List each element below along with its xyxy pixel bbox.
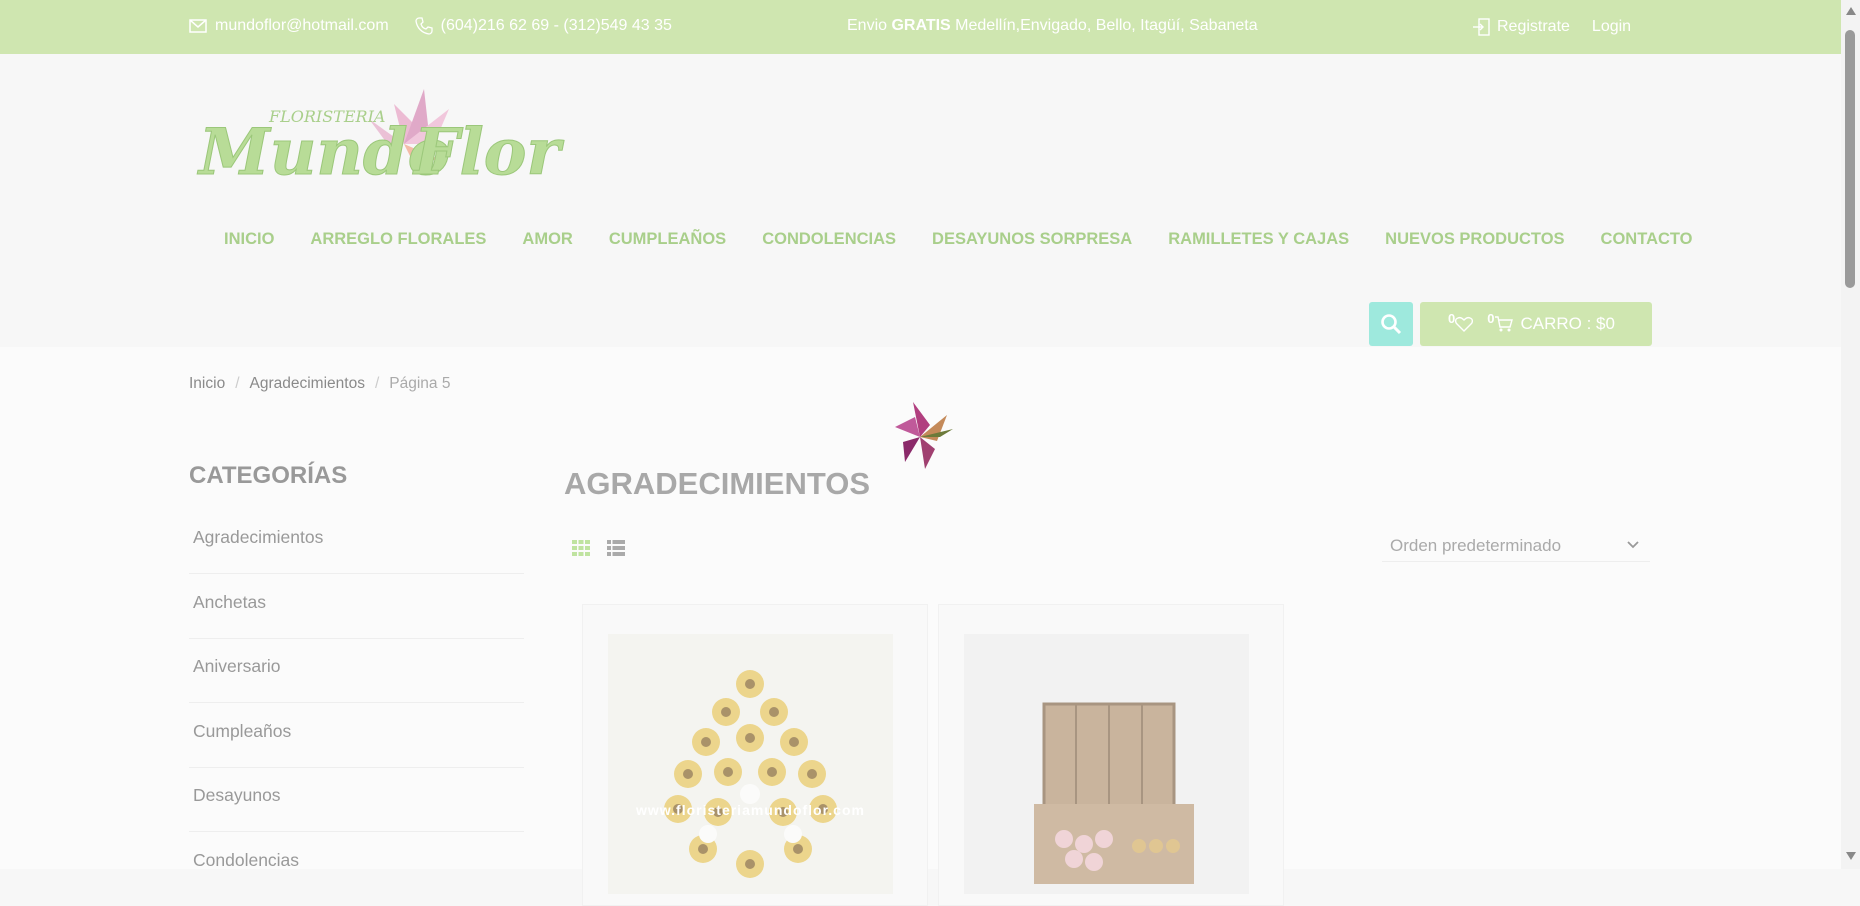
breadcrumb: Inicio / Agradecimientos / Página 5 (189, 375, 450, 393)
list-view-icon[interactable] (607, 539, 625, 557)
nav-item-amor[interactable]: AMOR (504, 230, 590, 249)
divider (189, 702, 524, 703)
watermark-text: www.floristeriamundoflor.com (636, 802, 865, 818)
sidebar-item-cumpleanos[interactable]: Cumpleaños (193, 721, 291, 742)
sort-select[interactable]: Orden predeterminado (1382, 530, 1650, 562)
cart-label: CARRO : $0 (1520, 314, 1615, 333)
promo-bold: GRATIS (891, 17, 951, 34)
divider (189, 831, 524, 832)
phone-link[interactable]: (604)216 62 69 - (312)549 43 35 (441, 17, 672, 35)
nav-item-nuevos-productos[interactable]: NUEVOS PRODUCTOS (1367, 230, 1582, 249)
divider (189, 638, 524, 639)
nav-item-desayunos-sorpresa[interactable]: DESAYUNOS SORPRESA (914, 230, 1150, 249)
product-card[interactable] (938, 604, 1284, 906)
scroll-up-arrow-icon[interactable] (1846, 7, 1856, 15)
divider (189, 573, 524, 574)
login-icon (1473, 18, 1490, 36)
heart-icon (1455, 316, 1474, 332)
main-content: CATEGORÍAS Agradecimientos Anchetas Aniv… (0, 422, 1841, 906)
product-image-wooden-box[interactable] (964, 634, 1249, 894)
sidebar-title: CATEGORÍAS (189, 462, 348, 489)
cart-icon (1495, 316, 1514, 332)
cart-count: 0 (1487, 310, 1495, 326)
login-link[interactable]: Login (1592, 18, 1631, 36)
mail-icon (189, 17, 207, 35)
svg-text:Flor: Flor (412, 115, 564, 190)
email-link[interactable]: mundoflor@hotmail.com (215, 17, 389, 35)
promo-prefix: Envio (847, 17, 892, 34)
nav-item-inicio[interactable]: INICIO (206, 230, 292, 249)
nav-item-arreglo-florales[interactable]: ARREGLO FLORALES (292, 230, 504, 249)
grid-view-icon[interactable] (572, 539, 590, 557)
nav-item-cumpleanos[interactable]: CUMPLEAÑOS (591, 230, 744, 249)
nav-item-contacto[interactable]: CONTACTO (1583, 230, 1711, 249)
phone-icon (414, 17, 433, 35)
sidebar-item-anchetas[interactable]: Anchetas (193, 592, 266, 613)
site-logo[interactable]: Mundo Flor FLORISTERIA (189, 84, 574, 196)
divider (189, 767, 524, 768)
main-nav: INICIO ARREGLO FLORALES AMOR CUMPLEAÑOS … (206, 230, 1711, 249)
site-header: Mundo Flor FLORISTERIA INICIO ARREGLO FL… (0, 54, 1841, 347)
nav-item-condolencias[interactable]: CONDOLENCIAS (744, 230, 914, 249)
chevron-down-icon (1627, 541, 1639, 549)
breadcrumb-separator: / (374, 375, 380, 392)
product-image-sunflowers[interactable]: www.floristeriamundoflor.com (608, 634, 893, 894)
contact-info: mundoflor@hotmail.com (604)216 62 69 - (… (189, 17, 672, 35)
sidebar-item-condolencias[interactable]: Condolencias (193, 850, 299, 871)
sidebar-item-aniversario[interactable]: Aniversario (193, 656, 281, 677)
sidebar-item-desayunos[interactable]: Desayunos (193, 785, 281, 806)
register-link[interactable]: Registrate (1471, 17, 1570, 37)
scroll-down-arrow-icon[interactable] (1846, 852, 1856, 860)
nav-item-ramilletes-y-cajas[interactable]: RAMILLETES Y CAJAS (1150, 230, 1367, 249)
shipping-promo: Envio GRATIS Medellín,Envigado, Bello, I… (847, 17, 1258, 35)
search-icon (1381, 314, 1402, 335)
page-title: AGRADECIMIENTOS (564, 466, 871, 501)
loading-flower-icon (885, 397, 959, 475)
scrollbar-thumb[interactable] (1845, 30, 1855, 288)
auth-links: Registrate Login (1471, 17, 1631, 37)
breadcrumb-separator: / (235, 375, 240, 392)
svg-text:FLORISTERIA: FLORISTERIA (268, 107, 385, 126)
top-bar: mundoflor@hotmail.com (604)216 62 69 - (… (0, 0, 1841, 54)
breadcrumb-home[interactable]: Inicio (189, 375, 225, 393)
product-card[interactable]: www.floristeriamundoflor.com (582, 604, 928, 906)
cart-button[interactable]: 0 0 CARRO : $0 (1420, 302, 1652, 346)
wishlist-count: 0 (1448, 310, 1456, 326)
breadcrumb-category[interactable]: Agradecimientos (250, 375, 365, 393)
svg-text:Mundo: Mundo (197, 115, 450, 190)
register-label: Registrate (1497, 18, 1570, 35)
search-button[interactable] (1369, 302, 1413, 346)
scrollbar[interactable] (1841, 0, 1860, 869)
promo-rest: Medellín,Envigado, Bello, Itagüí, Sabane… (950, 17, 1258, 34)
sidebar-item-agradecimientos[interactable]: Agradecimientos (193, 527, 323, 548)
sort-value: Orden predeterminado (1390, 535, 1562, 555)
breadcrumb-current: Página 5 (389, 375, 451, 392)
